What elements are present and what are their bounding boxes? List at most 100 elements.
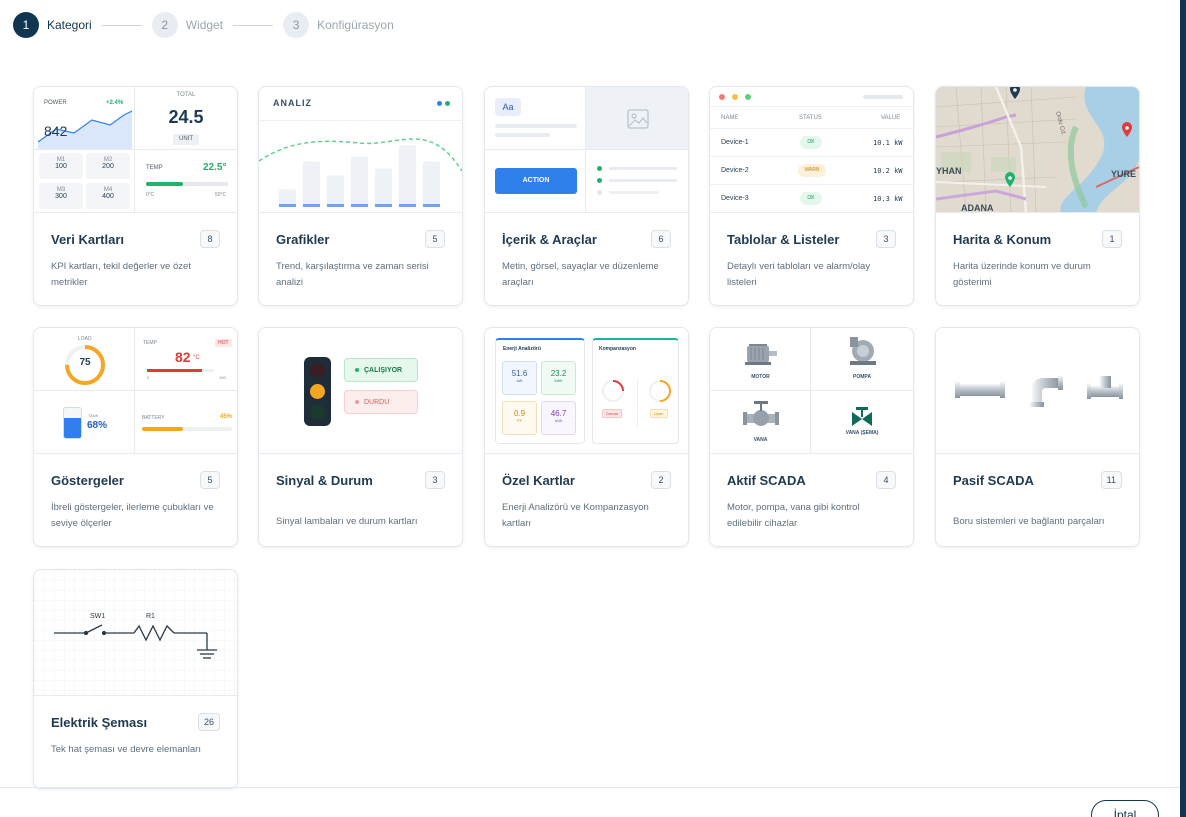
temp-min: 0°C bbox=[146, 192, 155, 198]
load-value: 75 bbox=[79, 357, 91, 368]
status-badge: OK bbox=[800, 192, 822, 205]
chart-bar bbox=[351, 156, 368, 207]
power-sparkline bbox=[37, 110, 133, 149]
category-card-passive-scada[interactable]: Pasif SCADA 11 Boru sistemleri ve bağlan… bbox=[935, 327, 1140, 547]
window-bar-placeholder bbox=[863, 95, 903, 99]
tank-level-meter bbox=[63, 407, 82, 439]
temp-label: TEMP bbox=[146, 165, 163, 171]
step-category[interactable]: 1 Kategori bbox=[13, 12, 92, 38]
text-chip: Aa bbox=[495, 98, 521, 116]
check-line bbox=[609, 191, 659, 194]
energy-unit: kW bbox=[516, 378, 523, 383]
card-description: Metin, görsel, sayaçlar ve düzenleme ara… bbox=[502, 261, 659, 288]
check-dot bbox=[597, 166, 602, 171]
energy-value-tile: 23.2 kWh bbox=[541, 361, 576, 395]
card-title: Harita & Konum bbox=[953, 232, 1052, 247]
tank-value: 68% bbox=[87, 420, 108, 431]
valve-icon bbox=[743, 401, 779, 426]
category-card-signal[interactable]: ÇALIŞIYOR DURDU Sinyal & Durum 3 Sinyal … bbox=[258, 327, 463, 547]
text-line bbox=[495, 124, 577, 128]
window-dot-green bbox=[745, 94, 751, 100]
widget-count-badge: 5 bbox=[200, 471, 220, 489]
valve-schema-tile: VANA (ŞEMA) bbox=[811, 391, 913, 453]
metric-value: 400 bbox=[102, 193, 114, 200]
device-value: 10.1 kW bbox=[873, 139, 903, 147]
signal-preview: ÇALIŞIYOR DURDU bbox=[259, 328, 462, 454]
category-card-tables[interactable]: NAME STATUS VALUE Device-1 OK 10.1 kW De… bbox=[709, 86, 914, 306]
tank-level-fill bbox=[64, 417, 81, 438]
battery-gauge-tile: BATTERY 45% bbox=[135, 391, 237, 453]
check-dot bbox=[597, 190, 602, 195]
card-description: KPI kartları, tekil değerler ve özet met… bbox=[51, 261, 191, 288]
energy-value-tile: 51.6 kW bbox=[502, 361, 537, 395]
check-dot bbox=[597, 178, 602, 183]
table-preview: NAME STATUS VALUE Device-1 OK 10.1 kW De… bbox=[710, 87, 913, 213]
status-running-label: ÇALIŞIYOR bbox=[364, 367, 403, 374]
total-label: TOTAL bbox=[176, 92, 196, 98]
category-card-content-tools[interactable]: Aa ACTION İçerik & Araçlar 6 Metin, görs… bbox=[484, 86, 689, 306]
device-name: Device-3 bbox=[721, 195, 749, 202]
temp-tile: TEMP 22.5° 0°C 50°C bbox=[135, 150, 237, 212]
cancel-button[interactable]: İptal bbox=[1091, 800, 1159, 817]
widget-count-badge: 4 bbox=[876, 471, 896, 489]
window-dot-yellow bbox=[732, 94, 738, 100]
metric-m2: M2 200 bbox=[86, 153, 130, 179]
category-card-special[interactable]: Enerji Analizörü 51.6 kW 23.2 kWh 0.9 PF… bbox=[484, 327, 689, 547]
step-widget[interactable]: 2 Widget bbox=[151, 12, 223, 38]
electrical-preview: SW1 R1 bbox=[34, 570, 237, 696]
step-configuration[interactable]: 3 Konfigürasyon bbox=[283, 12, 394, 38]
widget-wizard-page: 1 Kategori 2 Widget 3 Konfigürasyon POWE… bbox=[0, 0, 1186, 817]
category-card-charts[interactable]: ANALIZ Grafikler 5 Trend, karşılaştırma … bbox=[258, 86, 463, 306]
power-change: +2.4% bbox=[106, 100, 124, 106]
widget-count-badge: 6 bbox=[651, 230, 671, 248]
card-title: İçerik & Araçlar bbox=[502, 232, 597, 247]
battery-bar bbox=[142, 427, 232, 431]
category-card-map[interactable]: YHAN YURE ADANA Ordu Cd. Harita & Konum … bbox=[935, 86, 1140, 306]
checklist-tile bbox=[586, 150, 688, 212]
vertical-scrollbar[interactable] bbox=[1180, 0, 1186, 817]
compensation-badge-red: Durum bbox=[602, 409, 623, 418]
widget-count-badge: 3 bbox=[425, 471, 445, 489]
card-description: Boru sistemleri ve bağlantı parçaları bbox=[953, 516, 1105, 527]
light-green bbox=[310, 405, 325, 420]
card-title: Grafikler bbox=[276, 232, 330, 247]
elbow-pipe-icon bbox=[1030, 376, 1063, 407]
valve-tile: VANA bbox=[710, 391, 811, 453]
window-dot-red bbox=[719, 94, 725, 100]
straight-pipe-icon bbox=[955, 382, 1005, 398]
card-description: Detaylı veri tabloları ve alarm/olay lis… bbox=[727, 261, 871, 288]
category-card-active-scada[interactable]: MOTOR POMPA VANA VANA (ŞEMA) Aktif SCADA… bbox=[709, 327, 914, 547]
legend-dot-blue bbox=[437, 101, 442, 106]
text-line bbox=[495, 133, 550, 137]
temp-gauge-min: 0 bbox=[147, 375, 150, 380]
step-number: 1 bbox=[13, 12, 39, 38]
device-value: 10.3 kW bbox=[873, 195, 903, 203]
map-label-yure: YURE bbox=[1111, 169, 1136, 179]
scada-passive-preview bbox=[936, 328, 1139, 454]
metric-value: 200 bbox=[102, 163, 114, 170]
valve-schema-icon bbox=[852, 407, 872, 426]
widget-count-badge: 5 bbox=[425, 230, 445, 248]
text-tile: Aa bbox=[485, 87, 586, 150]
chart-preview-title: ANALIZ bbox=[273, 98, 312, 108]
total-value: 24.5 bbox=[168, 107, 204, 127]
category-card-data-cards[interactable]: POWER +2.4% 842 TOTAL 24.5 UNIT M1 100 M… bbox=[33, 86, 238, 306]
card-description: Harita üzerinde konum ve durum gösterimi bbox=[953, 261, 1091, 288]
step-number: 2 bbox=[151, 12, 178, 38]
motor-tile: MOTOR bbox=[710, 328, 811, 391]
card-title: Veri Kartları bbox=[51, 232, 124, 247]
category-card-gauges[interactable]: LOAD 75 TEMP HOT 82 °C 0 100 TANK 68% BA… bbox=[33, 327, 238, 547]
energy-title: Enerji Analizörü bbox=[503, 346, 541, 352]
category-card-electrical-schema[interactable]: SW1 R1 Elektrik Şeması 26 Tek hat şeması… bbox=[33, 569, 238, 789]
step-number: 3 bbox=[283, 12, 310, 38]
image-tile bbox=[586, 87, 688, 150]
device-name: Device-2 bbox=[721, 167, 749, 174]
legend-dot-green bbox=[445, 101, 450, 106]
card-title: Göstergeler bbox=[51, 473, 124, 488]
kpi-preview: POWER +2.4% 842 TOTAL 24.5 UNIT M1 100 M… bbox=[34, 87, 237, 213]
widget-count-badge: 1 bbox=[1102, 230, 1122, 248]
chart-preview-header: ANALIZ bbox=[259, 87, 462, 121]
status-stopped-label: DURDU bbox=[364, 399, 390, 406]
card-title: Aktif SCADA bbox=[727, 473, 806, 488]
footer-divider bbox=[0, 787, 1180, 788]
